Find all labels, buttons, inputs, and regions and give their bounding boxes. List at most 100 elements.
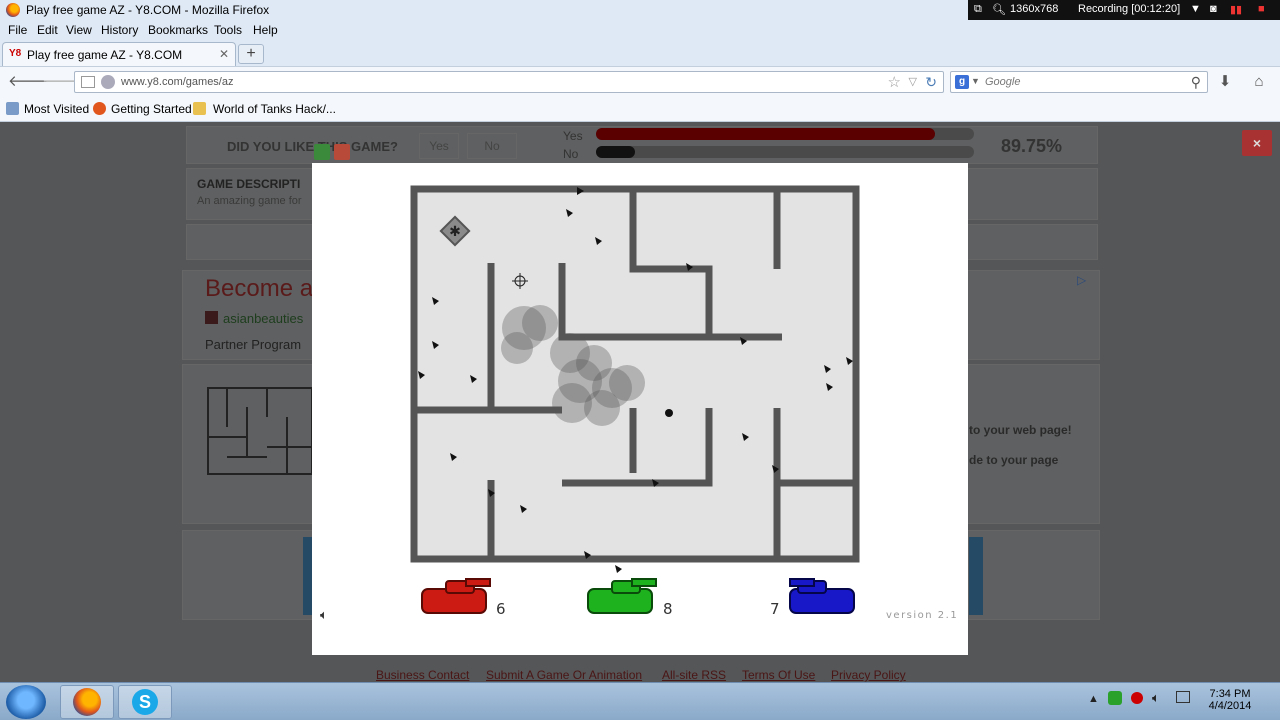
maze-svg[interactable]: ✱ 6 8 7 🔈︎ version 2.1 — [312, 163, 968, 655]
recording-bar: ⧉ 🔍︎ 1360x768 Recording [00:12:20] ▼ ◙ ▮… — [968, 0, 1280, 20]
forward-icon[interactable]: 🡒 — [42, 72, 82, 92]
tab-title: Play free game AZ - Y8.COM — [27, 48, 183, 62]
green-tank-icon — [587, 578, 657, 614]
zoom-icon[interactable]: 🔍︎ — [992, 3, 1006, 16]
y8-favicon: Y8 — [9, 48, 22, 59]
bookmark-world-of-tanks[interactable]: World of Tanks Hack/... — [213, 102, 336, 116]
link-business-contact[interactable]: Business Contact — [376, 668, 469, 682]
embed-line-2: de to your page — [969, 453, 1059, 467]
taskbar-skype[interactable]: S — [118, 685, 172, 719]
reload-icon[interactable]: ↻ — [925, 74, 937, 91]
menu-view[interactable]: View — [66, 23, 92, 37]
link-terms[interactable]: Terms Of Use — [742, 668, 815, 682]
firefox-icon — [73, 688, 101, 716]
navigation-bar: 🡐 🡒 www.y8.com/games/az ☆ ▽ ↻ g ▼ Google… — [0, 66, 1280, 96]
network-icon[interactable] — [1176, 691, 1190, 703]
ad-title[interactable]: Become a — [205, 275, 313, 303]
no-button[interactable]: No — [467, 133, 517, 159]
red-tank-icon — [421, 578, 491, 614]
link-rss[interactable]: All-site RSS — [662, 668, 726, 682]
link-privacy[interactable]: Privacy Policy — [831, 668, 906, 682]
pause-icon[interactable]: ▮▮ — [1230, 3, 1242, 16]
menu-help[interactable]: Help — [253, 23, 278, 37]
clock-time: 7:34 PM — [1209, 688, 1251, 700]
most-visited-icon — [6, 102, 19, 115]
menu-tools[interactable]: Tools — [214, 23, 242, 37]
rating-question: DID YOU LIKE THIS GAME? — [227, 139, 398, 154]
flag-icon — [205, 311, 218, 324]
search-placeholder[interactable]: Google — [985, 76, 1020, 88]
recording-resolution: 1360x768 — [1010, 3, 1059, 15]
clock[interactable]: 7:34 PM 4/4/2014 — [1200, 688, 1260, 712]
title-bar: Play free game AZ - Y8.COM - Mozilla Fir… — [0, 0, 1280, 20]
firefox-icon — [93, 102, 106, 115]
link-submit-game[interactable]: Submit A Game Or Animation — [486, 668, 642, 682]
stop-icon[interactable]: ■ — [1258, 3, 1265, 15]
taskbar-firefox[interactable] — [60, 685, 114, 719]
bullet — [665, 409, 673, 417]
bookmarks-bar: Most Visited Getting Started World of Ta… — [0, 96, 1280, 122]
red-score: 6 — [496, 600, 506, 618]
bookmark-star-icon[interactable]: ☆ — [888, 73, 901, 91]
search-bar[interactable]: g ▼ Google ⚲ — [950, 71, 1208, 93]
adchoices-icon[interactable]: ▷ — [1077, 273, 1086, 287]
game-canvas[interactable]: ✱ 6 8 7 🔈︎ version 2.1 — [312, 163, 968, 655]
star-icon: ✱ — [449, 224, 461, 240]
ad-partner-text[interactable]: Partner Program — [205, 337, 301, 352]
firefox-icon — [6, 3, 20, 17]
yes-label: Yes — [563, 129, 583, 143]
close-tab-icon[interactable]: ✕ — [219, 47, 229, 61]
url-bar[interactable]: www.y8.com/games/az ☆ ▽ ↻ — [74, 71, 944, 93]
close-button[interactable]: × — [1242, 130, 1272, 156]
start-button[interactable] — [6, 685, 46, 719]
description-title: GAME DESCRIPTI — [197, 177, 301, 191]
clock-date: 4/4/2014 — [1208, 700, 1252, 712]
google-icon[interactable]: g — [955, 75, 969, 89]
back-icon[interactable]: 🡐 — [8, 72, 48, 92]
bookmark-getting-started[interactable]: Getting Started — [111, 102, 192, 116]
url-dropdown-icon[interactable]: ▽ — [909, 75, 917, 88]
show-hidden-icons[interactable]: ▲ — [1088, 693, 1099, 705]
blue-score: 7 — [770, 600, 780, 618]
blue-tank-icon — [789, 578, 855, 614]
yes-rating-bar — [596, 128, 974, 140]
description-text: An amazing game for — [197, 195, 302, 207]
page-info-icon[interactable] — [81, 76, 95, 88]
home-icon[interactable]: ⌂ — [1248, 72, 1270, 92]
taskbar: S ▲ 🔈︎ 7:34 PM 4/4/2014 — [0, 682, 1280, 720]
menu-file[interactable]: File — [8, 23, 27, 37]
volume-icon[interactable]: 🔈︎ — [1152, 690, 1160, 706]
embed-line-1: to your web page! — [969, 423, 1072, 437]
record-icon[interactable] — [1131, 692, 1143, 704]
bookmark-most-visited[interactable]: Most Visited — [24, 102, 89, 116]
tab-y8[interactable]: Y8 Play free game AZ - Y8.COM ✕ — [2, 42, 236, 66]
ad-link[interactable]: asianbeauties — [223, 311, 303, 326]
no-label: No — [563, 147, 579, 161]
menu-history[interactable]: History — [101, 23, 138, 37]
version-text: version 2.1 — [886, 610, 958, 621]
dropdown-icon[interactable]: ▼ — [1190, 3, 1201, 15]
security-icon[interactable] — [1108, 691, 1122, 705]
menu-bar: File Edit View History Bookmarks Tools H… — [0, 20, 1280, 40]
search-icon[interactable]: ⚲ — [1191, 74, 1201, 91]
thumbnail-maze[interactable] — [207, 387, 313, 477]
yes-button[interactable]: Yes — [419, 133, 459, 159]
search-engine-dropdown-icon[interactable]: ▼ — [971, 76, 980, 86]
camera-icon[interactable]: ◙ — [1210, 3, 1217, 15]
menu-edit[interactable]: Edit — [37, 23, 58, 37]
url-text[interactable]: www.y8.com/games/az — [121, 76, 233, 88]
rating-percent: 89.75% — [1001, 136, 1063, 156]
share-icon[interactable] — [314, 144, 330, 160]
tab-bar: Y8 Play free game AZ - Y8.COM ✕ + — [0, 40, 1280, 66]
green-score: 8 — [663, 600, 673, 618]
windows-icon[interactable]: ⧉ — [974, 3, 982, 16]
new-tab-button[interactable]: + — [238, 44, 264, 64]
downloads-icon[interactable]: ⬇ — [1214, 72, 1236, 92]
recording-status: Recording [00:12:20] — [1078, 3, 1181, 15]
globe-icon[interactable] — [101, 75, 115, 89]
banner-right-edge — [969, 537, 983, 615]
sound-icon: 🔈︎ — [320, 608, 328, 623]
page-icon — [193, 102, 206, 115]
menu-bookmarks[interactable]: Bookmarks — [148, 23, 208, 37]
favorite-icon[interactable] — [334, 144, 350, 160]
